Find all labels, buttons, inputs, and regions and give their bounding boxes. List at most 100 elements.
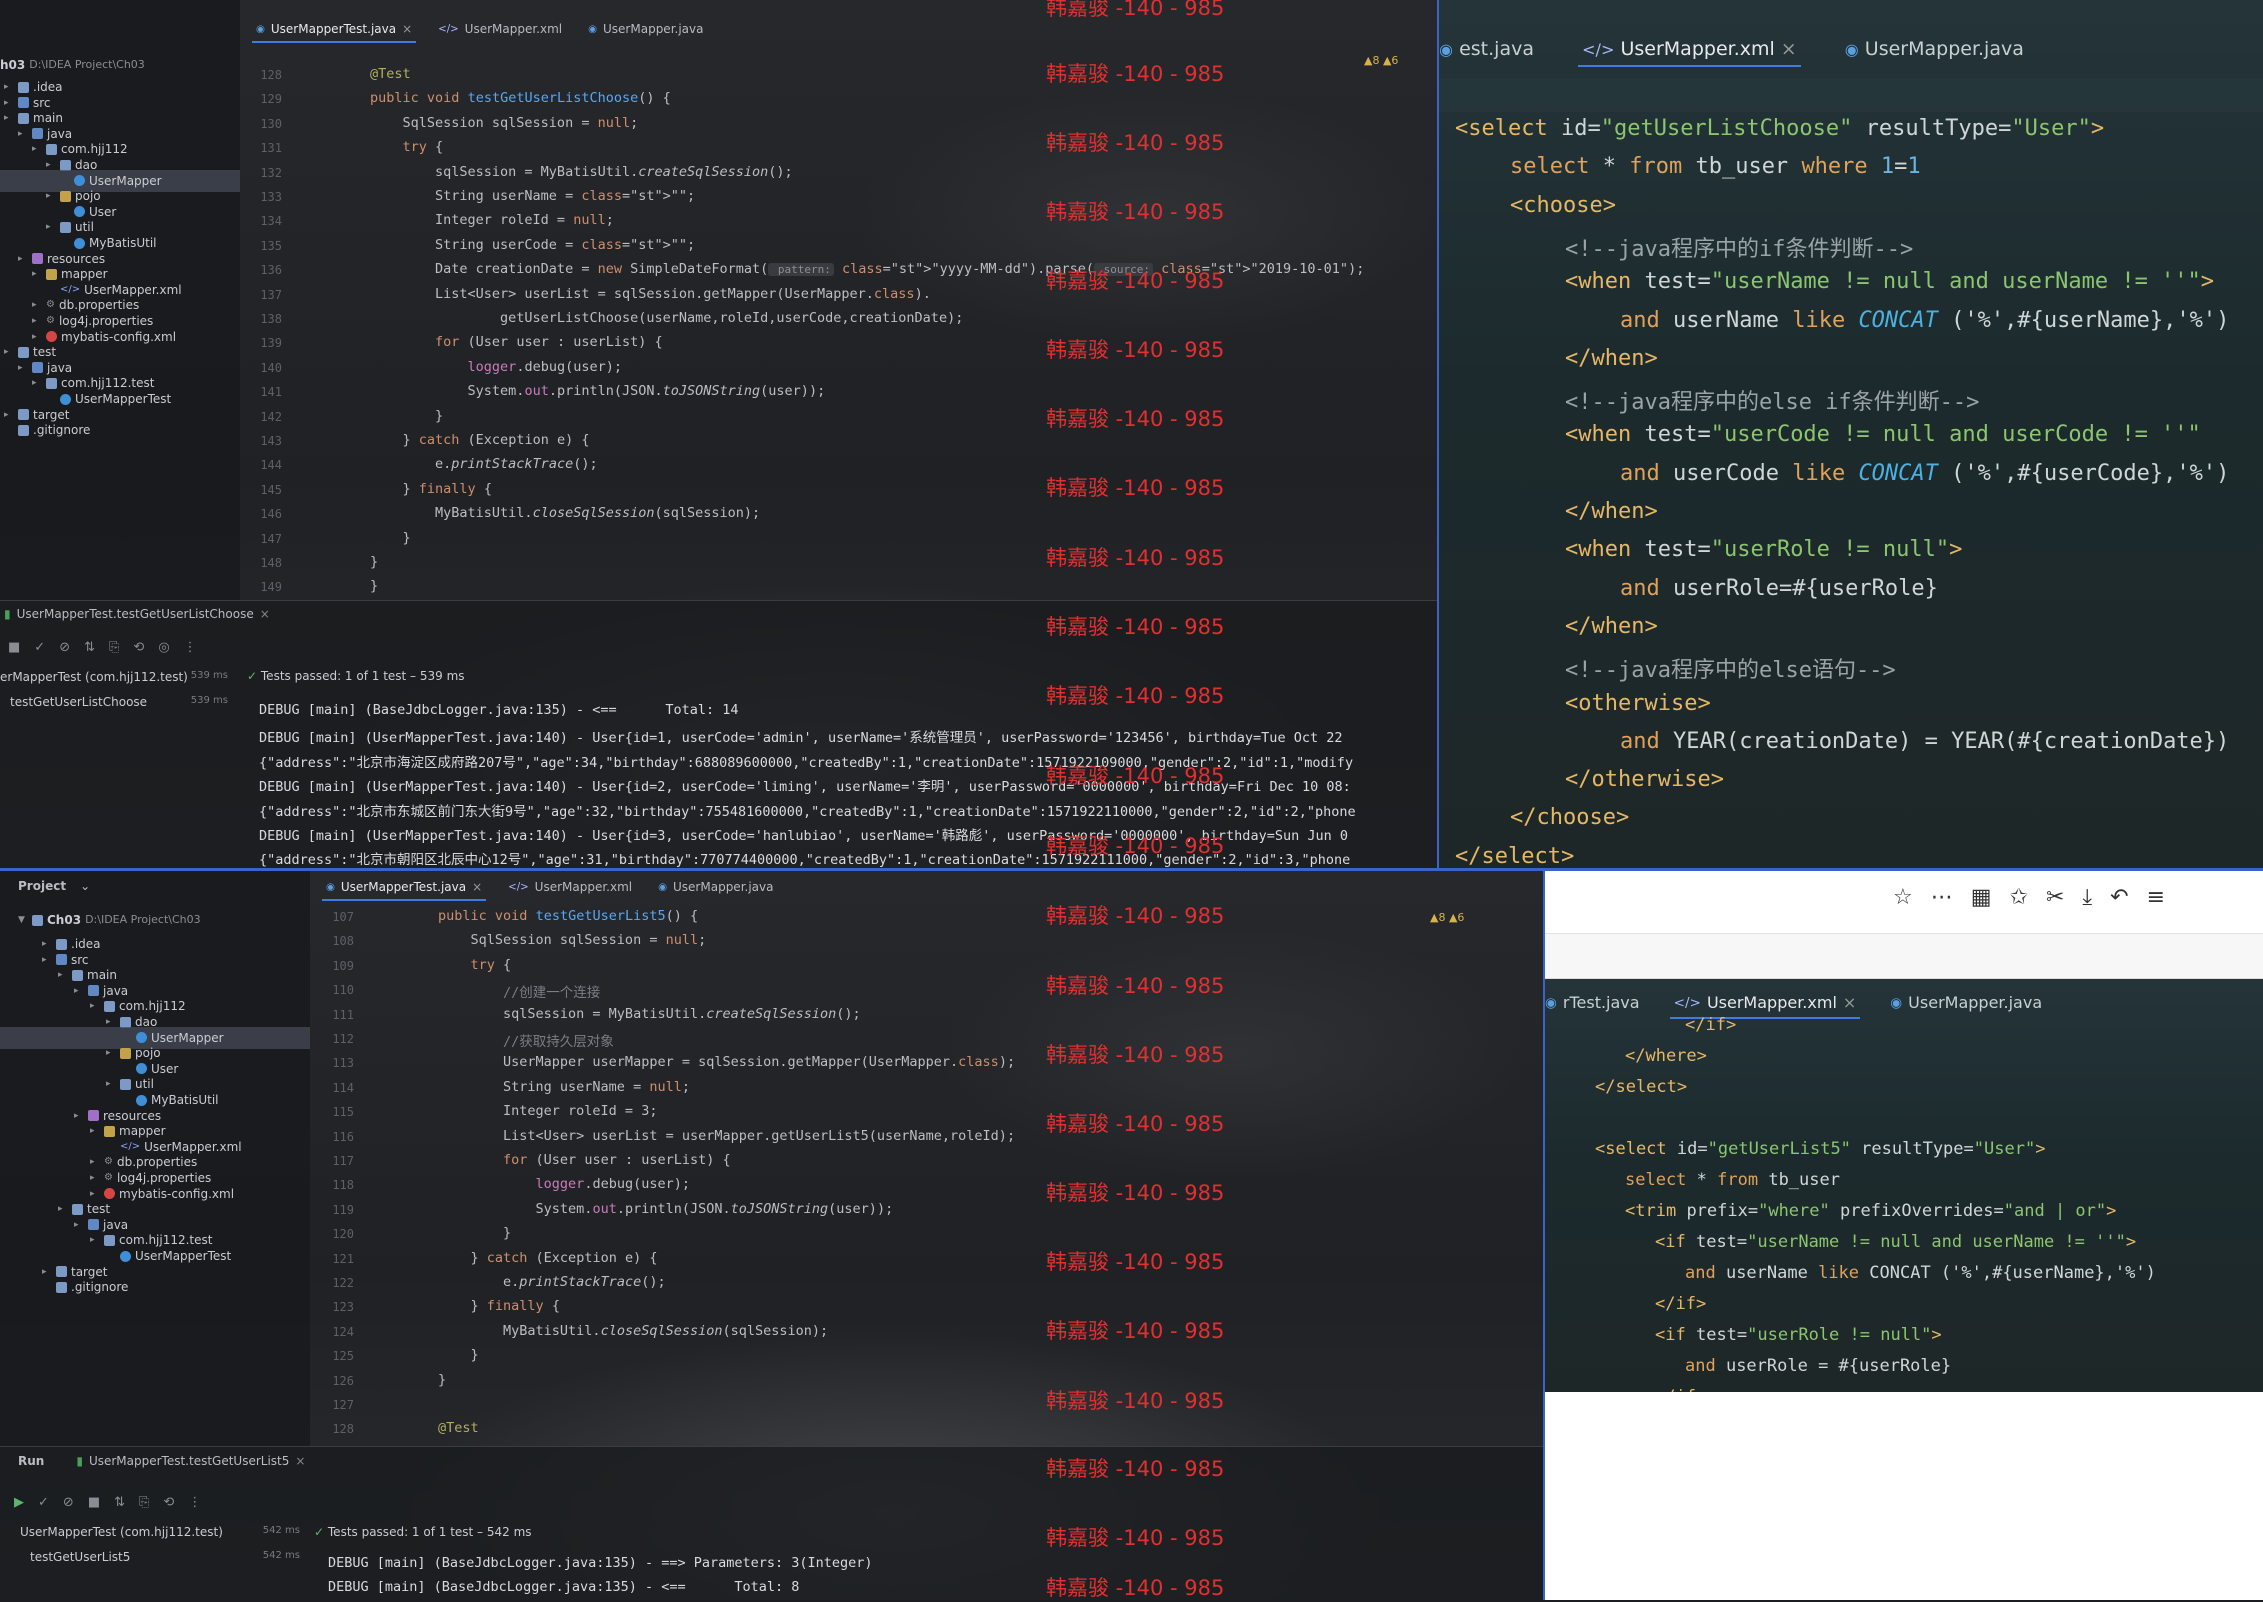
- line-number: 122: [332, 1276, 354, 1290]
- cancel-icon[interactable]: ⊘: [59, 640, 70, 655]
- tab-bar-divider: [1439, 78, 2263, 112]
- history-icon[interactable]: ⟲: [133, 640, 144, 655]
- code-line: for (User user : userList) {: [435, 334, 663, 351]
- run-tab[interactable]: ▮ UserMapperTest.testGetUserListChoose ×: [4, 607, 270, 621]
- star-icon[interactable]: ☆: [1893, 885, 1913, 910]
- project-root[interactable]: ▼ Ch03 D:\IDEA Project\Ch03: [18, 909, 201, 931]
- editor-tab[interactable]: ◉ UserMapper.java: [1890, 993, 2042, 1012]
- code-line: try {: [470, 956, 512, 973]
- project-root[interactable]: h03 D:\IDEA Project\Ch03: [0, 54, 145, 76]
- bottom-left-ide-window: Project ⌄ ▼ Ch03 D:\IDEA Project\Ch03 ▸.…: [0, 871, 1543, 1600]
- stop-icon[interactable]: ■: [88, 1495, 100, 1510]
- line-number: 148: [260, 556, 282, 570]
- editor-tab[interactable]: </> UserMapper.xml: [438, 22, 562, 36]
- camera-icon[interactable]: ◎: [158, 640, 169, 655]
- close-icon[interactable]: ×: [402, 22, 412, 36]
- editor-tab[interactable]: ◉ UserMapper.java: [588, 22, 703, 36]
- xml-file-icon: </>: [1581, 39, 1615, 59]
- sort-icon[interactable]: ⇅: [114, 1495, 125, 1510]
- menu-icon[interactable]: ≡: [2147, 885, 2165, 910]
- code-line: MyBatisUtil.closeSqlSession(sqlSession);: [438, 1322, 829, 1339]
- favorites-icon[interactable]: ✩: [2010, 885, 2028, 910]
- project-header[interactable]: Project ⌄: [18, 879, 90, 893]
- export-icon[interactable]: ⎘: [139, 1495, 149, 1510]
- tab-label: UserMapperTest.java: [340, 880, 467, 894]
- test-icon: ▮: [76, 1454, 83, 1468]
- run-tab-label: UserMapperTest.testGetUserList5: [88, 1454, 290, 1468]
- xml-file-icon: </>: [438, 23, 459, 35]
- watermark-text: 韩嘉骏 -140 - 985: [1046, 200, 1225, 224]
- tab-label: UserMapper.java: [1908, 993, 2043, 1012]
- watermark-text: 韩嘉骏 -140 - 985: [1046, 62, 1225, 86]
- xml-line: and userCode like CONCAT ('%',#{userCode…: [1620, 460, 2230, 486]
- download-icon[interactable]: ⤓: [2082, 885, 2092, 910]
- run-tree-item[interactable]: testGetUserList5 542 ms: [30, 1550, 300, 1564]
- tree-item[interactable]: .gitignore: [0, 419, 240, 441]
- editor-tab[interactable]: </> UserMapper.xml ×: [1669, 993, 1861, 1019]
- apps-icon[interactable]: ▦: [1971, 885, 1992, 910]
- tab-label: est.java: [1459, 38, 1534, 60]
- tree-item[interactable]: .gitignore: [0, 1276, 310, 1298]
- editor-tab[interactable]: </> UserMapper.xml: [508, 880, 632, 894]
- editor-tab[interactable]: ◉ est.java: [1439, 38, 1534, 60]
- sort-icon[interactable]: ⇅: [84, 640, 95, 655]
- scissors-icon[interactable]: ✂: [2046, 885, 2064, 910]
- run-tree-item[interactable]: erMapperTest (com.hjj112.test) 539 ms: [0, 670, 228, 684]
- editor-tab[interactable]: ◉ rTest.java: [1545, 993, 1640, 1012]
- run-tree-item[interactable]: testGetUserListChoose 539 ms: [10, 695, 228, 709]
- run-tree-item[interactable]: UserMapperTest (com.hjj112.test) 542 ms: [20, 1525, 300, 1539]
- editor-tab[interactable]: ◉ UserMapper.java: [658, 880, 773, 894]
- more-icon[interactable]: ⋯: [1931, 885, 1953, 910]
- run-tab[interactable]: ▮ UserMapperTest.testGetUserList5 ×: [76, 1454, 305, 1468]
- line-number: 133: [260, 190, 282, 204]
- run-tree-label: UserMapperTest (com.hjj112.test): [20, 1525, 223, 1539]
- run-label[interactable]: Run: [18, 1454, 44, 1468]
- check-icon[interactable]: ✓: [38, 1495, 49, 1510]
- console-line: {"address":"北京市东城区前门东大街9号","age":32,"bir…: [259, 803, 1356, 820]
- editor-tab[interactable]: ◉ UserMapper.java: [1845, 38, 2024, 60]
- run-tab-label: UserMapperTest.testGetUserListChoose: [16, 607, 254, 621]
- folder-icon: [56, 1281, 67, 1293]
- line-number: 116: [332, 1129, 354, 1144]
- run-tree-time: 539 ms: [190, 670, 228, 681]
- tests-passed-text: Tests passed: 1 of 1 test – 539 ms: [260, 669, 465, 683]
- editor-tab[interactable]: ◉ UserMapperTest.java ×: [321, 880, 487, 901]
- more-icon[interactable]: ⋮: [188, 1495, 201, 1510]
- watermark-text: 韩嘉骏 -140 - 985: [1046, 904, 1225, 928]
- check-icon[interactable]: ✓: [34, 640, 45, 655]
- line-number: 119: [332, 1202, 354, 1217]
- watermark-text: 韩嘉骏 -140 - 985: [1046, 1389, 1225, 1413]
- tab-label: UserMapper.xml: [534, 880, 633, 894]
- undo-icon[interactable]: ↶: [2110, 885, 2128, 910]
- run-tree-label: erMapperTest (com.hjj112.test): [0, 670, 188, 684]
- rerun-icon[interactable]: ▶: [14, 1495, 24, 1510]
- editor-warnings[interactable]: ▲8 ▲6: [1430, 911, 1464, 924]
- code-line: logger.debug(user);: [467, 358, 622, 375]
- stop-icon[interactable]: ■: [8, 640, 20, 655]
- close-icon[interactable]: ×: [1843, 993, 1856, 1012]
- line-number: 117: [332, 1154, 354, 1168]
- java-file-icon: ◉: [1439, 39, 1454, 59]
- java-file-icon: ◉: [1545, 994, 1557, 1011]
- export-icon[interactable]: ⎘: [109, 640, 119, 655]
- more-icon[interactable]: ⋮: [184, 640, 197, 655]
- line-number: 135: [260, 238, 282, 253]
- code-line: try {: [402, 139, 444, 156]
- close-icon[interactable]: ×: [1781, 38, 1797, 60]
- close-icon[interactable]: ×: [260, 607, 270, 621]
- close-icon[interactable]: ×: [295, 1454, 305, 1468]
- editor-tabs: ◉ UserMapperTest.java × </> UserMapper.xml ◉ U…: [251, 22, 703, 43]
- tab-label: UserMapper.java: [603, 22, 704, 36]
- editor-tab[interactable]: </> UserMapper.xml ×: [1577, 38, 1801, 67]
- cancel-icon[interactable]: ⊘: [63, 1495, 74, 1510]
- run-tree-time: 539 ms: [190, 695, 228, 706]
- code-line: getUserListChoose(userName,roleId,userCo…: [370, 310, 964, 326]
- editor-tab[interactable]: ◉ UserMapperTest.java ×: [251, 22, 417, 43]
- close-icon[interactable]: ×: [472, 880, 482, 894]
- success-icon: ✓: [314, 1525, 325, 1539]
- xml-line: and userRole = #{userRole}: [1685, 1356, 1952, 1376]
- editor-warnings[interactable]: ▲8 ▲6: [1364, 54, 1398, 67]
- history-icon[interactable]: ⟲: [163, 1495, 174, 1510]
- code-line: List<User> userList = sqlSession.getMapp…: [370, 285, 931, 302]
- line-number: 110: [332, 983, 354, 998]
